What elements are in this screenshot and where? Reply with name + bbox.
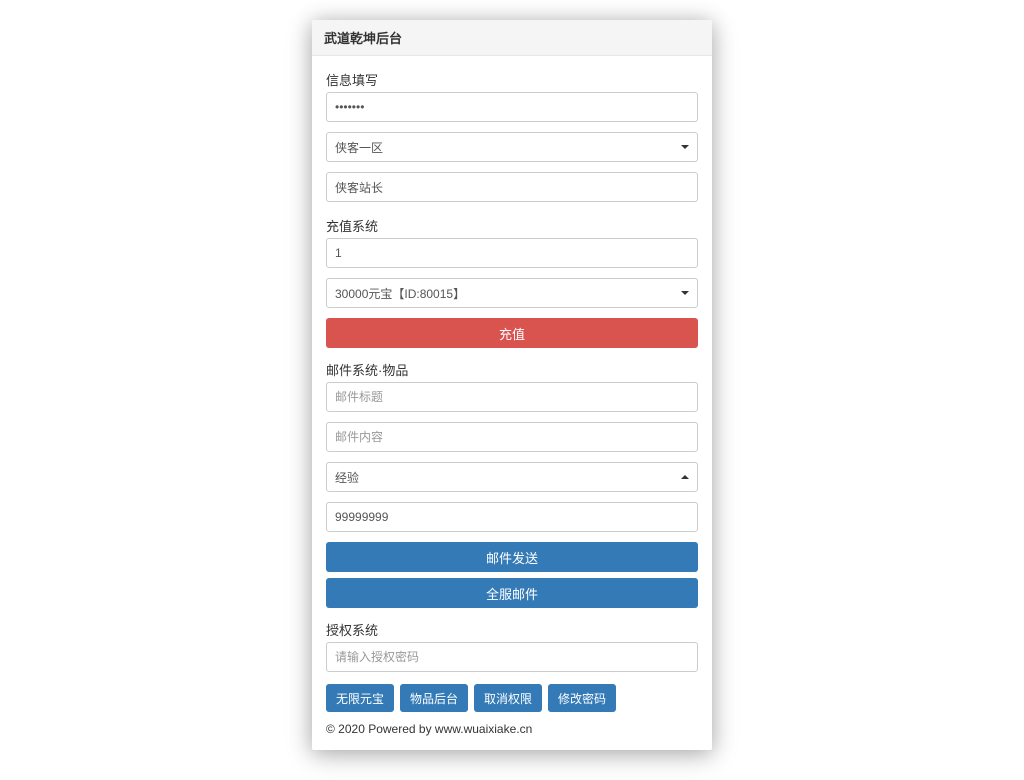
zone-select[interactable]: 侠客一区 <box>326 132 698 162</box>
caret-up-icon <box>681 475 689 479</box>
admin-panel: 武道乾坤后台 信息填写 侠客一区 充值系统 30000元宝【ID:80015】 … <box>312 20 712 750</box>
recharge-button[interactable]: 充值 <box>326 318 698 348</box>
recharge-item-select[interactable]: 30000元宝【ID:80015】 <box>326 278 698 308</box>
recharge-item-value: 30000元宝【ID:80015】 <box>335 285 465 302</box>
footer-text: © 2020 Powered by www.wuaixiake.cn <box>326 720 698 740</box>
mail-send-button[interactable]: 邮件发送 <box>326 542 698 572</box>
auth-password-input[interactable] <box>326 642 698 672</box>
zone-select-value: 侠客一区 <box>335 139 383 156</box>
mail-content-input[interactable] <box>326 422 698 452</box>
section-label-recharge: 充值系统 <box>326 216 698 235</box>
caret-down-icon <box>681 291 689 295</box>
auth-button-row: 无限元宝 物品后台 取消权限 修改密码 <box>326 684 698 712</box>
mail-qty-input[interactable] <box>326 502 698 532</box>
mail-all-button[interactable]: 全服邮件 <box>326 578 698 608</box>
change-password-button[interactable]: 修改密码 <box>548 684 616 712</box>
panel-title: 武道乾坤后台 <box>312 20 712 56</box>
mail-attach-select[interactable]: 经验 <box>326 462 698 492</box>
section-label-info: 信息填写 <box>326 70 698 89</box>
password-input[interactable] <box>326 92 698 122</box>
mail-title-input[interactable] <box>326 382 698 412</box>
recharge-amount-input[interactable] <box>326 238 698 268</box>
mail-attach-value: 经验 <box>335 469 359 486</box>
panel-body: 信息填写 侠客一区 充值系统 30000元宝【ID:80015】 充值 邮件系统… <box>312 56 712 750</box>
character-input[interactable] <box>326 172 698 202</box>
unlimited-yuanbao-button[interactable]: 无限元宝 <box>326 684 394 712</box>
section-label-auth: 授权系统 <box>326 620 698 639</box>
item-admin-button[interactable]: 物品后台 <box>400 684 468 712</box>
section-label-mail: 邮件系统·物品 <box>326 360 698 379</box>
revoke-permission-button[interactable]: 取消权限 <box>474 684 542 712</box>
caret-down-icon <box>681 145 689 149</box>
